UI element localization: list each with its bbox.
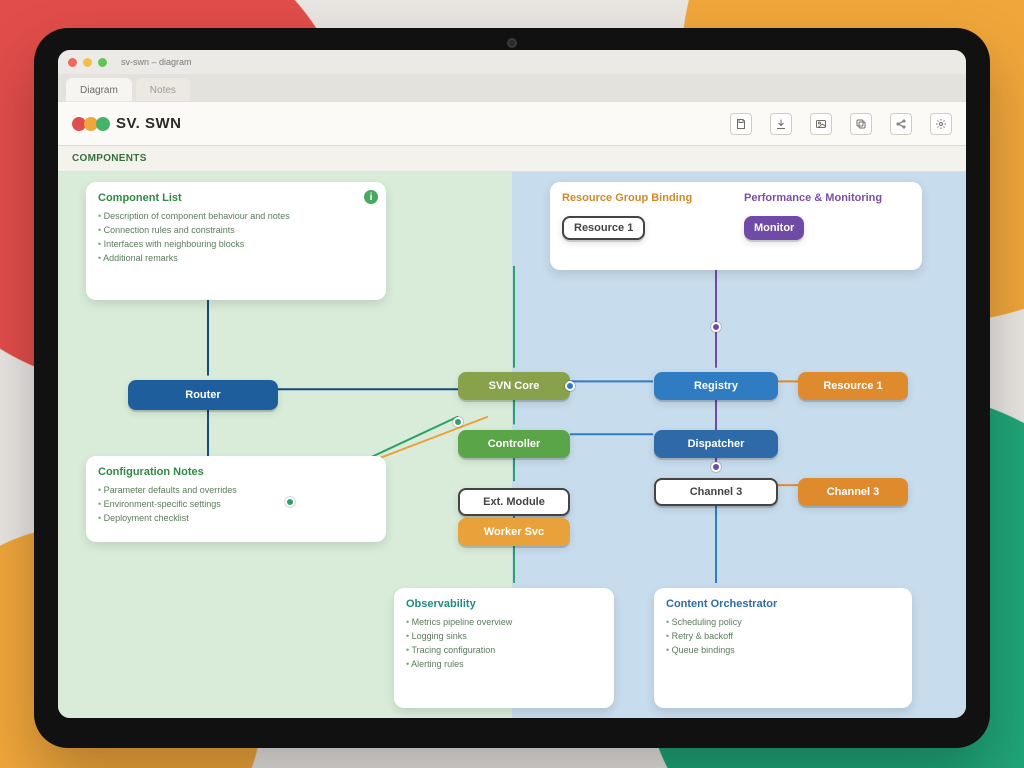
- window-zoom-icon[interactable]: [98, 58, 107, 67]
- bullet: Scheduling policy: [666, 616, 900, 630]
- node-channel-action[interactable]: Channel 3: [798, 478, 908, 506]
- port-icon: [453, 417, 463, 427]
- card-top-right[interactable]: Resource Group Binding Resource 1 Perfor…: [550, 182, 922, 270]
- bullet: Environment-specific settings: [98, 498, 374, 512]
- badge-label: Resource 1: [574, 222, 633, 234]
- port-icon: [711, 322, 721, 332]
- port-icon: [711, 462, 721, 472]
- settings-icon[interactable]: [930, 113, 952, 135]
- node-registry[interactable]: Registry: [654, 372, 778, 400]
- card-title-a: Resource Group Binding: [562, 192, 728, 204]
- port-icon: [565, 381, 575, 391]
- window-close-icon[interactable]: [68, 58, 77, 67]
- bullet: Deployment checklist: [98, 512, 374, 526]
- info-icon[interactable]: i: [364, 190, 378, 204]
- bullet: Interfaces with neighbouring blocks: [98, 238, 374, 252]
- card-title: Observability: [406, 598, 602, 610]
- button-monitor[interactable]: Monitor: [744, 216, 804, 240]
- bullet: Alerting rules: [406, 658, 602, 672]
- node-worker-svc[interactable]: Worker Svc: [458, 518, 570, 546]
- node-label: Router: [185, 389, 220, 401]
- brand-dot-3: [96, 117, 110, 131]
- node-controller[interactable]: Controller: [458, 430, 570, 458]
- node-dispatcher[interactable]: Dispatcher: [654, 430, 778, 458]
- bullet: Metrics pipeline overview: [406, 616, 602, 630]
- bullet: Additional remarks: [98, 252, 374, 266]
- bullet: Parameter defaults and overrides: [98, 484, 374, 498]
- app-screen: sv-swn – diagram Diagram Notes SV. SWN: [58, 50, 966, 718]
- badge-resource[interactable]: Resource 1: [562, 216, 645, 240]
- node-label: Worker Svc: [484, 526, 544, 538]
- tab-diagram[interactable]: Diagram: [66, 78, 132, 102]
- card-title-b: Performance & Monitoring: [744, 192, 910, 204]
- app-brand: SV. SWN: [72, 115, 181, 132]
- node-label: Controller: [488, 438, 541, 450]
- node-label: SVN Core: [489, 380, 540, 392]
- window-title: sv-swn – diagram: [121, 57, 192, 67]
- laptop-frame: sv-swn – diagram Diagram Notes SV. SWN: [34, 28, 990, 748]
- node-registry-action[interactable]: Resource 1: [798, 372, 908, 400]
- card-bullets: Description of component behaviour and n…: [98, 210, 374, 266]
- node-label: Monitor: [754, 222, 794, 234]
- card-bullets: Metrics pipeline overview Logging sinks …: [406, 616, 602, 672]
- node-ext-module[interactable]: Ext. Module: [458, 488, 570, 516]
- copy-icon[interactable]: [850, 113, 872, 135]
- card-component-list[interactable]: i Component List Description of componen…: [86, 182, 386, 300]
- export-icon[interactable]: [770, 113, 792, 135]
- bullet: Description of component behaviour and n…: [98, 210, 374, 224]
- card-bullets: Scheduling policy Retry & backoff Queue …: [666, 616, 900, 658]
- port-icon: [285, 497, 295, 507]
- node-svn-core[interactable]: SVN Core: [458, 372, 570, 400]
- card-title: Configuration Notes: [98, 466, 374, 478]
- badge-label: Channel 3: [690, 486, 743, 498]
- tab-strip: Diagram Notes: [58, 74, 966, 102]
- main-toolbar: SV. SWN: [58, 102, 966, 146]
- diagram-canvas[interactable]: i Component List Description of componen…: [58, 172, 966, 718]
- card-observability[interactable]: Observability Metrics pipeline overview …: [394, 588, 614, 708]
- node-label: Registry: [694, 380, 738, 392]
- node-label: Dispatcher: [688, 438, 745, 450]
- bullet: Logging sinks: [406, 630, 602, 644]
- section-header-label: COMPONENTS: [72, 153, 147, 164]
- card-title: Component List: [98, 192, 374, 204]
- bullet: Connection rules and constraints: [98, 224, 374, 238]
- window-minimize-icon[interactable]: [83, 58, 92, 67]
- card-title: Content Orchestrator: [666, 598, 900, 610]
- node-router[interactable]: Router: [128, 380, 278, 410]
- bullet: Retry & backoff: [666, 630, 900, 644]
- window-titlebar: sv-swn – diagram: [58, 50, 966, 74]
- share-icon[interactable]: [890, 113, 912, 135]
- section-header: COMPONENTS: [58, 146, 966, 172]
- tab-notes[interactable]: Notes: [136, 78, 190, 102]
- node-label: Resource 1: [823, 380, 882, 392]
- bullet: Queue bindings: [666, 644, 900, 658]
- laptop-camera: [507, 38, 517, 48]
- save-icon[interactable]: [730, 113, 752, 135]
- badge-channel[interactable]: Channel 3: [654, 478, 778, 506]
- node-label: Channel 3: [827, 486, 880, 498]
- bullet: Tracing configuration: [406, 644, 602, 658]
- card-orchestrator[interactable]: Content Orchestrator Scheduling policy R…: [654, 588, 912, 708]
- card-config-notes[interactable]: Configuration Notes Parameter defaults a…: [86, 456, 386, 542]
- card-bullets: Parameter defaults and overrides Environ…: [98, 484, 374, 526]
- brand-name: SV. SWN: [116, 115, 181, 132]
- node-label: Ext. Module: [483, 496, 545, 508]
- image-icon[interactable]: [810, 113, 832, 135]
